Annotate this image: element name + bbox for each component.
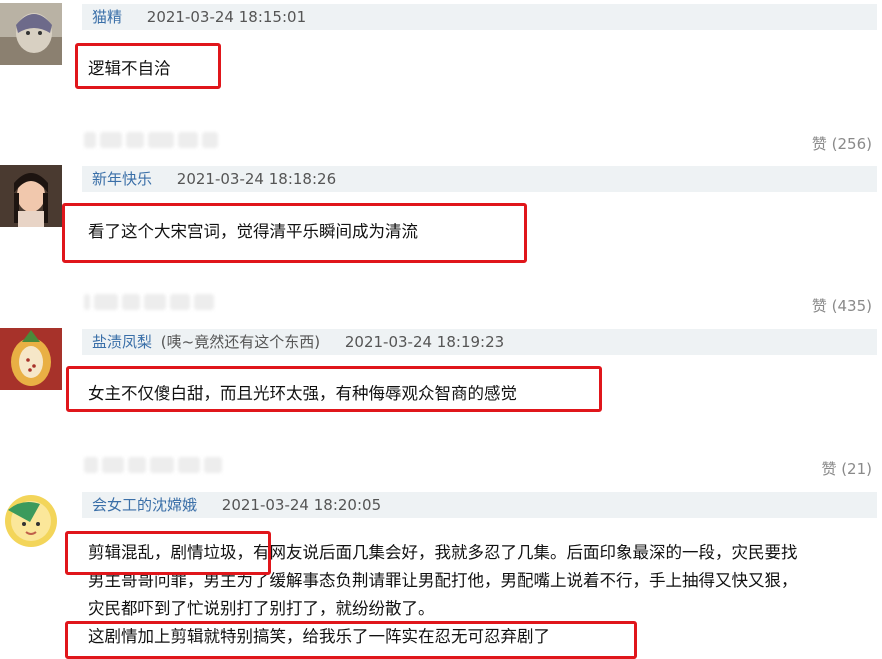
avatar[interactable] [0,490,62,552]
comment-header: 猫精 2021-03-24 18:15:01 [82,4,877,30]
like-button[interactable]: 赞 (21) [821,458,872,479]
highlight-box [66,366,602,412]
comment-header: 新年快乐 2021-03-24 18:18:26 [82,166,877,192]
avatar[interactable] [0,3,62,65]
highlight-box [62,203,527,263]
avatar[interactable] [0,165,62,227]
highlight-box [65,531,271,575]
comment-header: 会女工的沈嫦娥 2021-03-24 18:20:05 [82,492,877,518]
avatar[interactable] [0,328,62,390]
username-link[interactable]: 会女工的沈嫦娥 [92,496,197,514]
highlight-box [65,621,637,659]
like-button[interactable]: 赞 (435) [812,295,872,316]
username-link[interactable]: 猫精 [92,8,122,26]
comment-header: 盐渍凤梨 (咦~竟然还有这个东西) 2021-03-24 18:19:23 [82,329,877,355]
username-link[interactable]: 新年快乐 [92,170,152,188]
username-link[interactable]: 盐渍凤梨 [92,333,152,351]
user-note: (咦~竟然还有这个东西) [160,333,321,351]
timestamp: 2021-03-24 18:15:01 [146,8,307,26]
blurred-reply-preview [84,130,218,150]
timestamp: 2021-03-24 18:20:05 [221,496,382,514]
highlight-box [75,43,221,89]
blurred-reply-preview [84,292,214,312]
timestamp: 2021-03-24 18:18:26 [176,170,337,188]
like-button[interactable]: 赞 (256) [812,133,872,154]
timestamp: 2021-03-24 18:19:23 [344,333,505,351]
blurred-reply-preview [84,455,222,475]
comment-line: 灾民都吓到了忙说别打了别打了，就纷纷散了。 [88,599,435,618]
